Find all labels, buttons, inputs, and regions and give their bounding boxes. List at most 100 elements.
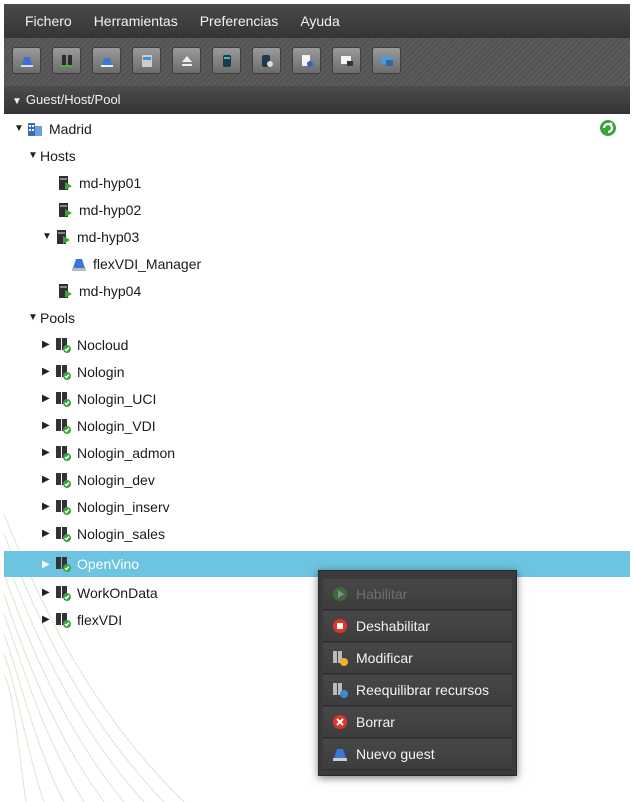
new-guest-icon — [333, 749, 347, 761]
monitor-icon — [380, 55, 393, 66]
collapse-arrow-icon[interactable]: ▶ — [42, 559, 52, 570]
pool-icon — [56, 391, 71, 407]
pool-icon — [56, 526, 71, 542]
tree-node-pool[interactable]: ▶ flexVDI — [4, 606, 630, 633]
tree-node-host[interactable]: md-hyp04 — [4, 277, 630, 304]
tree-node-pool[interactable]: ▶ Nologin_sales — [4, 520, 630, 547]
toolbar-document-user-button[interactable] — [292, 47, 321, 74]
context-menu-item-label: Modificar — [356, 650, 413, 666]
tree-node-label: Hosts — [40, 147, 76, 164]
stop-icon — [333, 619, 347, 633]
context-menu-item-modificar[interactable]: Modificar — [323, 643, 512, 674]
collapse-arrow-icon[interactable]: ▶ — [42, 447, 52, 458]
pool-icon — [56, 499, 71, 515]
tree-node-hosts[interactable]: ▼ Hosts — [4, 142, 630, 169]
toolbar-monitor-button[interactable] — [372, 47, 401, 74]
collapse-arrow-icon[interactable]: ▶ — [42, 393, 52, 404]
collapse-arrow-icon[interactable]: ▶ — [42, 501, 52, 512]
toolbar-new-guest-button[interactable] — [12, 47, 41, 74]
menu-herramientas[interactable]: Herramientas — [83, 4, 189, 38]
context-menu-item-label: Deshabilitar — [356, 618, 430, 634]
tree-node-label: Nocloud — [77, 336, 129, 353]
storage-icon — [141, 54, 152, 67]
tree-node-host[interactable]: ▼ md-hyp03 — [4, 223, 630, 250]
toolbar-guest-button[interactable] — [92, 47, 121, 74]
collapse-arrow-icon[interactable]: ▶ — [42, 339, 52, 350]
expand-arrow-icon[interactable]: ▼ — [42, 231, 52, 242]
expand-arrow-icon[interactable]: ▼ — [28, 312, 38, 323]
edit-pool-icon — [333, 651, 348, 666]
tree-node-pool[interactable]: ▶ Nologin — [4, 358, 630, 385]
pool-icon — [56, 472, 71, 488]
collapse-arrow-icon: ▼ — [12, 96, 22, 107]
tree-node-label: WorkOnData — [77, 584, 158, 601]
host-icon — [57, 229, 70, 244]
collapse-arrow-icon[interactable]: ▶ — [42, 528, 52, 539]
toolbar-terminal-button[interactable] — [332, 47, 361, 74]
tree-node-label: Nologin_UCI — [77, 390, 157, 407]
toolbar-database-config-button[interactable] — [252, 47, 281, 74]
context-menu-item-label: Borrar — [356, 714, 395, 730]
toolbar-storage-button[interactable] — [132, 47, 161, 74]
tree-node-madrid[interactable]: ▼ Madrid — [4, 115, 630, 142]
tree-node-pool[interactable]: ▶ Nocloud — [4, 331, 630, 358]
menu-preferencias[interactable]: Preferencias — [189, 4, 290, 38]
context-menu-item-label: Nuevo guest — [356, 746, 435, 762]
tree-node-label: Nologin_sales — [77, 525, 165, 542]
document-user-icon — [301, 54, 313, 67]
pool-icon — [56, 337, 71, 353]
menu-ayuda[interactable]: Ayuda — [289, 4, 350, 38]
toolbar — [4, 38, 630, 86]
collapse-arrow-icon[interactable]: ▶ — [42, 587, 52, 598]
toolbar-eject-button[interactable] — [172, 47, 201, 74]
menu-fichero[interactable]: Fichero — [4, 4, 83, 38]
host-icon — [59, 175, 72, 190]
context-menu-item-nuevo-guest[interactable]: Nuevo guest — [323, 739, 512, 770]
menu-bar: Fichero Herramientas Preferencias Ayuda — [4, 4, 630, 38]
tree-node-label: flexVDI — [77, 611, 123, 628]
host-icon — [59, 283, 72, 298]
tree-node-label: Nologin_admon — [77, 444, 176, 461]
tree-node-host[interactable]: md-hyp02 — [4, 196, 630, 223]
tree-node-label: Madrid — [49, 120, 92, 137]
collapse-arrow-icon[interactable]: ▶ — [42, 614, 52, 625]
tree-node-pool[interactable]: ▶ Nologin_dev — [4, 466, 630, 493]
context-menu: Habilitar Deshabilitar Modificar Reequil… — [318, 570, 517, 776]
eject-icon — [181, 55, 192, 66]
refresh-icon[interactable] — [598, 118, 618, 138]
tree-node-pools[interactable]: ▼ Pools — [4, 304, 630, 331]
context-menu-item-borrar[interactable]: Borrar — [323, 707, 512, 738]
expand-arrow-icon[interactable]: ▼ — [28, 150, 38, 161]
tree-node-label: OpenVino — [77, 556, 140, 572]
context-menu-item-reequilibrar[interactable]: Reequilibrar recursos — [323, 675, 512, 706]
tree-node-pool[interactable]: ▶ Nologin_inserv — [4, 493, 630, 520]
tree-node-pool[interactable]: ▶ Nologin_admon — [4, 439, 630, 466]
guest-icon — [72, 258, 86, 271]
panel-header[interactable]: ▼ Guest/Host/Pool — [4, 86, 630, 114]
pool-icon — [56, 557, 71, 572]
tree-node-label: md-hyp01 — [79, 174, 142, 191]
collapse-arrow-icon[interactable]: ▶ — [42, 474, 52, 485]
collapse-arrow-icon[interactable]: ▶ — [42, 420, 52, 431]
tree-node-label: md-hyp04 — [79, 282, 142, 299]
tree-node-pool[interactable]: ▶ WorkOnData — [4, 579, 630, 606]
tree-node-guest[interactable]: flexVDI_Manager — [4, 250, 630, 277]
tree-node-pool-selected[interactable]: ▶ OpenVino — [4, 551, 630, 577]
database-config-icon — [261, 54, 273, 67]
tree-node-pool[interactable]: ▶ Nologin_VDI — [4, 412, 630, 439]
toolbar-new-pool-button[interactable] — [52, 47, 81, 74]
expand-arrow-icon[interactable]: ▼ — [14, 123, 24, 134]
tree-node-label: md-hyp02 — [79, 201, 142, 218]
collapse-arrow-icon[interactable]: ▶ — [42, 366, 52, 377]
pool-icon — [56, 445, 71, 461]
rebalance-icon — [333, 683, 348, 698]
tree-node-label: Nologin — [77, 363, 125, 380]
context-menu-item-habilitar[interactable]: Habilitar — [323, 579, 512, 610]
context-menu-item-deshabilitar[interactable]: Deshabilitar — [323, 611, 512, 642]
toolbar-database-button[interactable] — [212, 47, 241, 74]
tree-node-host[interactable]: md-hyp01 — [4, 169, 630, 196]
database-icon — [222, 54, 231, 67]
pool-icon — [56, 612, 71, 628]
new-guest-icon — [20, 56, 33, 67]
tree-node-pool[interactable]: ▶ Nologin_UCI — [4, 385, 630, 412]
